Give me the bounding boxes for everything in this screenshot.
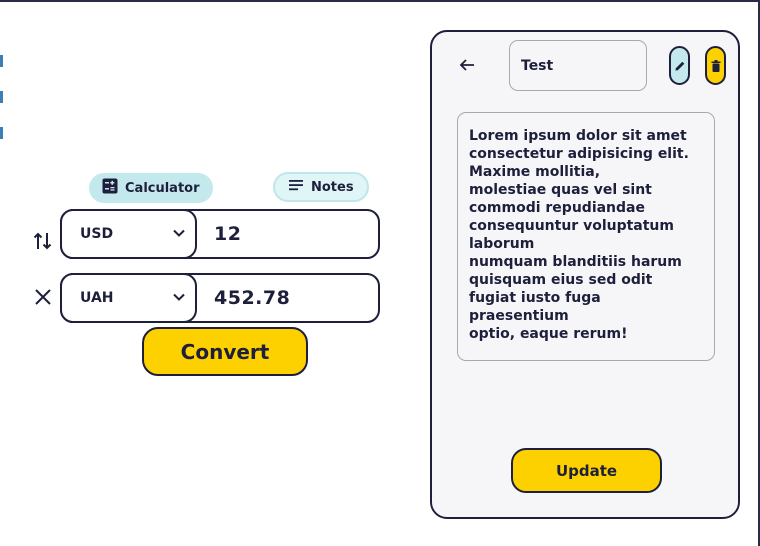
chevron-down-icon: [173, 293, 185, 301]
calculator-icon: [102, 178, 118, 198]
notes-tab-label: Notes: [311, 179, 354, 195]
calculator-tab[interactable]: Calculator: [89, 173, 213, 203]
note-title-input[interactable]: Test: [509, 40, 647, 91]
to-currency-value: UAH: [80, 290, 114, 306]
edit-button[interactable]: [669, 46, 690, 85]
update-button[interactable]: Update: [511, 448, 662, 493]
notes-tab[interactable]: Notes: [273, 172, 369, 202]
convert-button[interactable]: Convert: [142, 327, 308, 376]
calculator-tab-label: Calculator: [125, 180, 200, 196]
swap-vertical-icon[interactable]: [32, 230, 54, 252]
delete-button[interactable]: [705, 46, 726, 85]
multiply-icon: [32, 286, 54, 308]
arrow-left-icon[interactable]: [456, 54, 478, 76]
lines-icon: [288, 178, 304, 196]
from-currency-select[interactable]: USD: [60, 209, 197, 259]
from-amount-input[interactable]: 12: [214, 211, 241, 257]
from-currency-value: USD: [80, 226, 114, 242]
to-currency-select[interactable]: UAH: [60, 273, 197, 323]
pencil-icon: [675, 61, 684, 70]
from-amount-field[interactable]: USD 12: [60, 209, 380, 259]
note-body-textarea[interactable]: Lorem ipsum dolor sit amet consectetur a…: [457, 112, 715, 361]
to-amount-field[interactable]: UAH 452.78: [60, 273, 380, 323]
chevron-down-icon: [173, 229, 185, 237]
trash-icon: [711, 59, 720, 72]
left-edge-fragments: [0, 55, 3, 145]
note-editor-panel: Test Lorem ipsum dolor sit amet consecte…: [430, 30, 740, 519]
to-amount-output[interactable]: 452.78: [214, 275, 290, 321]
